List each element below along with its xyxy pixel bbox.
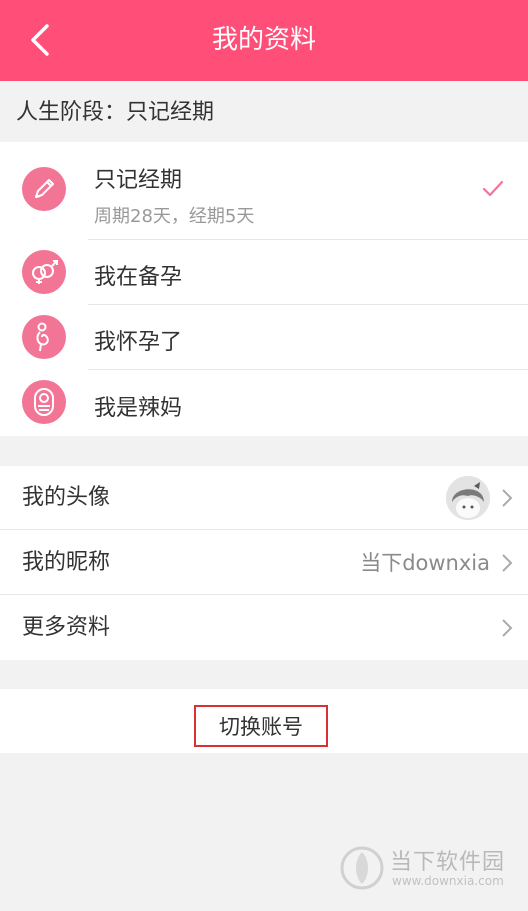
stage-option-label: 我在备孕 <box>94 265 183 290</box>
page-title: 我的资料 <box>211 25 316 55</box>
profile-settings-list: 我的头像 我的昵称 当下downxia 更多资料 <box>0 466 528 660</box>
stage-option-mom[interactable]: 我是辣妈 <box>0 370 528 436</box>
watermark-url: www.downxia.com <box>392 874 504 888</box>
switch-account-button[interactable]: 切换账号 <box>194 705 328 747</box>
divider <box>0 529 528 530</box>
checkmark-icon <box>482 180 504 197</box>
watermark: 当下软件园 www.downxia.com <box>340 842 512 892</box>
stage-option-detail: 周期28天，经期5天 <box>94 206 255 227</box>
nickname-row[interactable]: 我的昵称 当下downxia <box>0 531 528 595</box>
watermark-name: 当下软件园 <box>390 850 506 875</box>
nickname-value: 当下downxia <box>360 551 490 575</box>
pen-icon <box>22 167 66 211</box>
stage-option-period[interactable]: 只记经期 周期28天，经期5天 <box>0 142 528 240</box>
chevron-right-icon <box>502 554 513 572</box>
divider <box>0 594 528 595</box>
stage-option-preparing[interactable]: 我在备孕 <box>0 240 528 305</box>
nickname-label: 我的昵称 <box>22 550 111 575</box>
life-stage-label: 人生阶段：只记经期 <box>16 100 215 125</box>
chevron-right-icon <box>502 489 513 507</box>
more-info-label: 更多资料 <box>22 615 111 640</box>
gender-rings-icon <box>22 250 66 294</box>
avatar-label: 我的头像 <box>22 485 111 510</box>
chevron-right-icon <box>502 619 513 637</box>
stage-option-label: 我是辣妈 <box>94 396 183 421</box>
baby-icon <box>22 380 66 424</box>
avatar <box>446 476 490 520</box>
downxia-logo-icon <box>340 846 384 890</box>
switch-account-section: 切换账号 <box>0 689 528 753</box>
stage-option-pregnant[interactable]: 我怀孕了 <box>0 305 528 370</box>
stage-option-label: 我怀孕了 <box>94 330 183 355</box>
pregnant-icon <box>22 315 66 359</box>
app-header: 我的资料 <box>0 0 528 81</box>
more-info-row[interactable]: 更多资料 <box>0 596 528 660</box>
stage-option-label: 只记经期 <box>94 168 183 193</box>
life-stage-list: 只记经期 周期28天，经期5天 我在备孕 我怀孕了 我是辣妈 <box>0 142 528 436</box>
avatar-row[interactable]: 我的头像 <box>0 466 528 530</box>
